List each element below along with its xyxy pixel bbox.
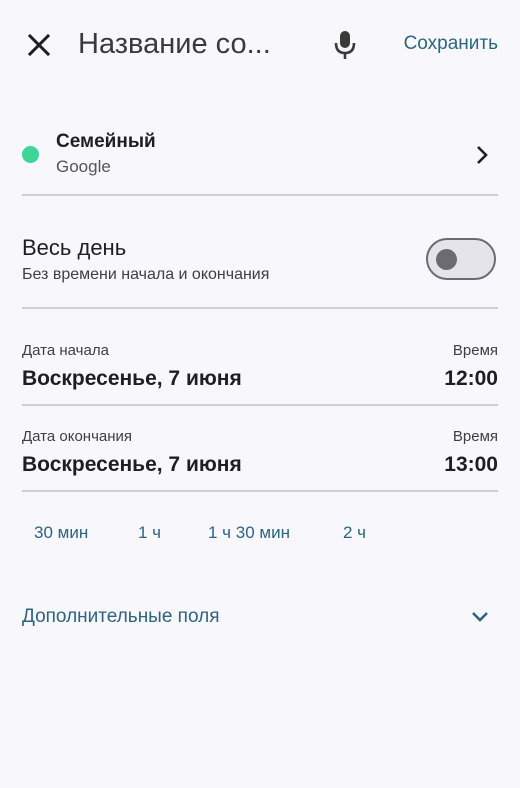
end-date-label: Дата окончания bbox=[22, 428, 133, 445]
end-date-value[interactable]: Воскресенье, 7 июня bbox=[22, 451, 242, 479]
duration-30-min[interactable]: 30 мин bbox=[34, 520, 88, 546]
calendar-color-dot bbox=[22, 146, 39, 163]
calendar-account: Google bbox=[56, 157, 111, 176]
start-date-row[interactable]: Дата начала Воскресенье, 7 июня Время 12… bbox=[0, 341, 520, 421]
start-date-value[interactable]: Воскресенье, 7 июня bbox=[22, 365, 242, 393]
end-time-value[interactable]: 13:00 bbox=[444, 451, 498, 479]
divider bbox=[22, 194, 498, 196]
event-title-input[interactable]: Название со... bbox=[78, 22, 308, 66]
end-date-row[interactable]: Дата окончания Воскресенье, 7 июня Время… bbox=[0, 427, 520, 507]
divider bbox=[22, 307, 498, 309]
all-day-description: Без времени начала и окончания bbox=[22, 266, 270, 283]
divider bbox=[22, 490, 498, 492]
create-event-screen: Название со... Сохранить Семейный Google… bbox=[0, 0, 520, 788]
chevron-right-icon bbox=[477, 146, 488, 164]
calendar-name: Семейный bbox=[56, 131, 156, 152]
calendar-selector[interactable]: Семейный Google bbox=[0, 118, 520, 194]
save-button[interactable]: Сохранить bbox=[404, 30, 498, 58]
all-day-label: Весь день bbox=[22, 235, 127, 260]
toggle-knob bbox=[436, 249, 457, 270]
duration-2-h[interactable]: 2 ч bbox=[343, 520, 366, 546]
microphone-icon bbox=[334, 31, 356, 59]
voice-input-button[interactable] bbox=[330, 28, 360, 62]
close-icon bbox=[27, 33, 51, 57]
duration-1-h-30-min[interactable]: 1 ч 30 мин bbox=[208, 520, 290, 546]
start-time-label: Время bbox=[452, 342, 498, 359]
all-day-row: Весь день Без времени начала и окончания bbox=[0, 220, 520, 300]
chevron-down-icon bbox=[472, 612, 488, 622]
divider bbox=[22, 404, 498, 406]
duration-1-h[interactable]: 1 ч bbox=[138, 520, 161, 546]
top-app-bar: Название со... Сохранить bbox=[0, 0, 520, 90]
close-button[interactable] bbox=[22, 28, 56, 62]
end-time-label: Время bbox=[452, 428, 498, 445]
start-date-label: Дата начала bbox=[22, 342, 109, 359]
start-time-value[interactable]: 12:00 bbox=[444, 365, 498, 393]
additional-fields-label: Дополнительные поля bbox=[22, 606, 220, 627]
duration-suggestions: 30 мин 1 ч 1 ч 30 мин 2 ч bbox=[0, 520, 520, 550]
additional-fields-expander[interactable]: Дополнительные поля bbox=[0, 600, 520, 636]
all-day-toggle[interactable] bbox=[426, 238, 496, 280]
